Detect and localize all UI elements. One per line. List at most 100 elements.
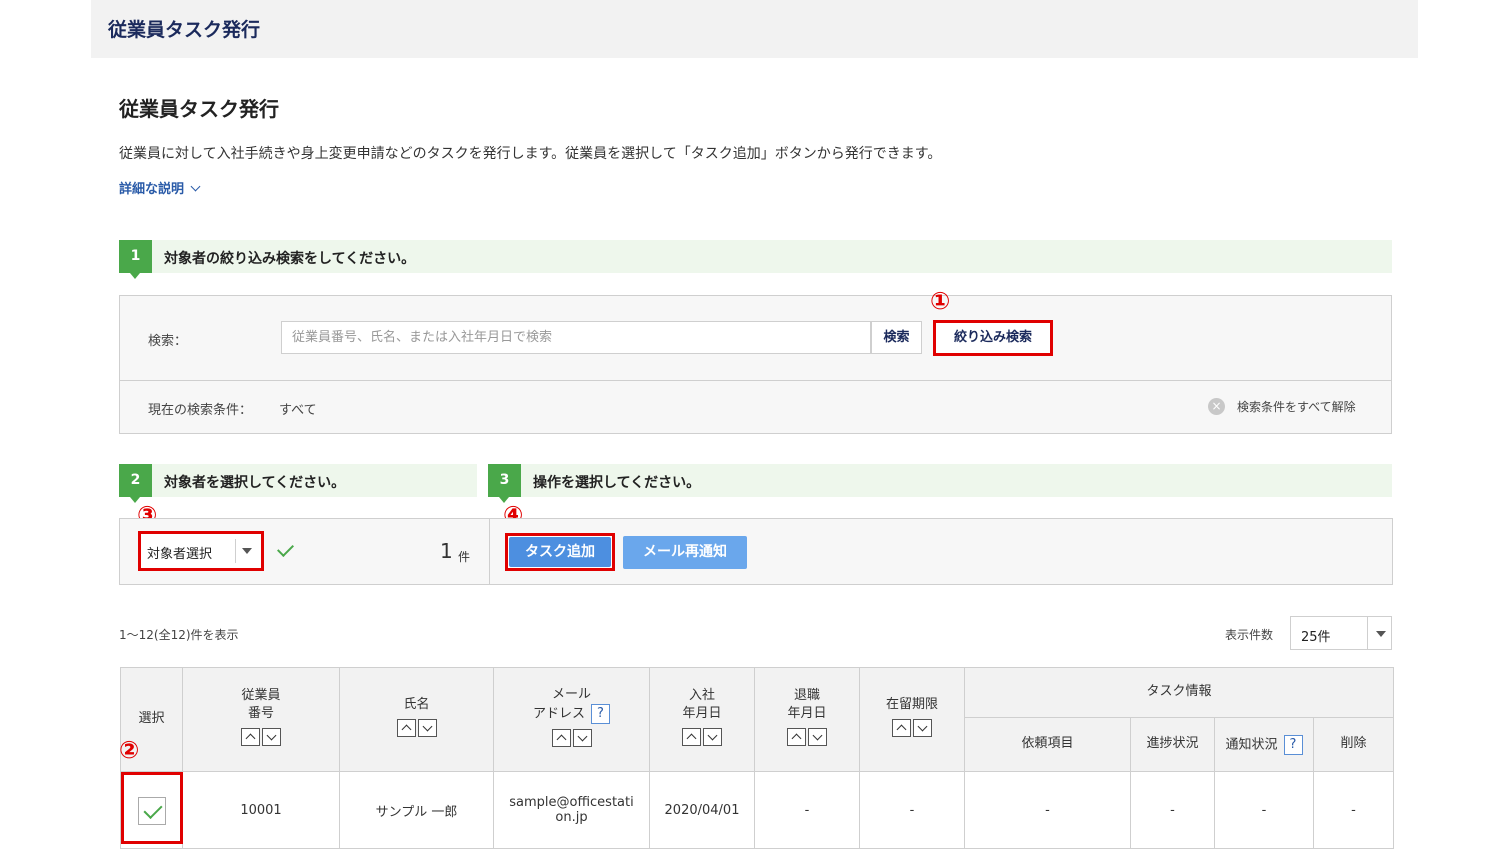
search-condition-label: 現在の検索条件： bbox=[148, 403, 253, 418]
header-email-line2-wrap: アドレス? bbox=[494, 704, 649, 724]
dropdown-separator bbox=[235, 539, 236, 563]
header-request-item: 依頼項目 bbox=[964, 717, 1131, 772]
sort-asc-icon[interactable] bbox=[241, 728, 260, 747]
search-input[interactable]: 従業員番号、氏名、または入社年月日で検索 bbox=[281, 321, 871, 354]
header-retire-line1: 退職 bbox=[793, 687, 820, 703]
search-button[interactable]: 検索 bbox=[871, 321, 922, 354]
header-emp-no: 従業員 番号 bbox=[182, 667, 340, 772]
header-select-label: 選択 bbox=[138, 711, 165, 727]
caret-down-icon bbox=[1376, 631, 1386, 637]
join-sort bbox=[682, 728, 722, 747]
header-request-item-label: 依頼項目 bbox=[1021, 736, 1074, 752]
header-progress-label: 進捗状況 bbox=[1146, 736, 1199, 752]
add-task-button-frame: タスク追加 bbox=[505, 533, 615, 571]
header-delete: 削除 bbox=[1312, 717, 1395, 772]
per-page-label: 表示件数 bbox=[1225, 628, 1274, 642]
header-retire-date: 退職 年月日 bbox=[754, 667, 860, 772]
step-3-text: 操作を選択してください。 bbox=[533, 475, 701, 491]
header-task-info: タスク情報 bbox=[963, 667, 1395, 718]
step-3-bar: 3 操作を選択してください。 bbox=[488, 464, 1392, 503]
header-delete-label: 削除 bbox=[1340, 736, 1367, 752]
table-row: 10001 サンプル 一郎 sample@officestati on.jp 2… bbox=[120, 771, 1395, 849]
step-2-bar: 2 対象者を選択してください。 bbox=[119, 464, 477, 503]
email-sort bbox=[551, 729, 592, 747]
cell-progress: - bbox=[1130, 771, 1215, 849]
per-page-select[interactable]: 25件 bbox=[1290, 616, 1392, 650]
header-retire-line2: 年月日 bbox=[787, 705, 827, 721]
step-3-number: 3 bbox=[488, 464, 521, 503]
sort-desc-icon[interactable] bbox=[262, 728, 281, 747]
cell-email: sample@officestati on.jp bbox=[493, 771, 650, 849]
clear-circle-icon[interactable]: × bbox=[1208, 398, 1225, 415]
header-name-label: 氏名 bbox=[403, 696, 430, 712]
selected-count-unit: 件 bbox=[458, 550, 471, 564]
sort-asc-icon[interactable] bbox=[396, 719, 416, 737]
help-icon[interactable]: ? bbox=[591, 704, 610, 724]
operations-divider bbox=[489, 519, 490, 584]
annotation-2: ② bbox=[119, 736, 140, 764]
residence-sort bbox=[892, 719, 932, 737]
add-task-button[interactable]: タスク追加 bbox=[509, 537, 611, 567]
step-1-bar: 1 対象者の絞り込み検索をしてください。 bbox=[119, 240, 1392, 279]
sort-desc-icon[interactable] bbox=[572, 729, 592, 747]
cell-email-line2: on.jp bbox=[555, 810, 588, 825]
header-notify: 通知状況? bbox=[1214, 717, 1314, 772]
header-email-line2: アドレス bbox=[532, 706, 585, 722]
sort-desc-icon[interactable] bbox=[808, 728, 827, 747]
row-select-cell bbox=[120, 771, 183, 849]
selected-count: 1 bbox=[440, 539, 453, 563]
header-name: 氏名 bbox=[339, 667, 494, 772]
page-description: 従業員に対して入社手続きや身上変更申請などのタスクを発行します。従業員を選択して… bbox=[119, 146, 942, 162]
sort-asc-icon[interactable] bbox=[682, 728, 701, 747]
header-emp-no-line2: 番号 bbox=[247, 705, 274, 721]
header-email-line1: メール bbox=[551, 686, 591, 702]
name-sort bbox=[396, 719, 437, 737]
page-title: 従業員タスク発行 bbox=[119, 97, 279, 121]
chevron-down-icon bbox=[190, 181, 201, 192]
emp-no-sort bbox=[241, 728, 281, 747]
cell-email-line1: sample@officestati bbox=[509, 795, 634, 810]
header-title: 従業員タスク発行 bbox=[108, 19, 261, 41]
cell-join-date: 2020/04/01 bbox=[649, 771, 755, 849]
check-icon bbox=[277, 540, 294, 557]
target-select-label: 対象者選択 bbox=[147, 547, 213, 562]
search-condition-value: すべて bbox=[279, 403, 317, 418]
employee-table: 選択 従業員 番号 氏名 メール アドレス? 入社 年月日 退職 年月日 在留期… bbox=[120, 667, 1395, 849]
header-email: メール アドレス? bbox=[493, 667, 650, 772]
per-page-value: 25件 bbox=[1301, 630, 1331, 645]
step-1-text: 対象者の絞り込み検索をしてください。 bbox=[164, 251, 416, 267]
sort-desc-icon[interactable] bbox=[913, 719, 932, 737]
cell-delete: - bbox=[1312, 771, 1395, 849]
detail-link[interactable]: 詳細な説明 bbox=[119, 178, 201, 197]
detail-link-label: 詳細な説明 bbox=[119, 182, 185, 197]
sort-asc-icon[interactable] bbox=[551, 729, 571, 747]
header-join-line1: 入社 bbox=[688, 687, 715, 703]
cell-emp-no: 10001 bbox=[182, 771, 340, 849]
row-select-frame bbox=[121, 772, 183, 844]
cell-residence: - bbox=[859, 771, 965, 849]
top-header: 従業員タスク発行 bbox=[91, 0, 1418, 58]
header-notify-label: 通知状況 bbox=[1225, 737, 1278, 752]
per-page-separator bbox=[1367, 617, 1368, 649]
help-icon[interactable]: ? bbox=[1283, 734, 1303, 755]
sort-asc-icon[interactable] bbox=[787, 728, 806, 747]
cell-retire-date: - bbox=[754, 771, 860, 849]
header-task-info-label: タスク情報 bbox=[1146, 684, 1212, 700]
cell-request-item: - bbox=[964, 771, 1131, 849]
target-select-dropdown[interactable]: 対象者選択 bbox=[138, 531, 264, 571]
sort-desc-icon[interactable] bbox=[417, 719, 437, 737]
filter-search-button[interactable]: 絞り込み検索 bbox=[933, 320, 1053, 356]
step-1-number: 1 bbox=[119, 240, 152, 279]
search-label: 検索： bbox=[148, 334, 188, 349]
header-join-date: 入社 年月日 bbox=[649, 667, 755, 772]
mail-resend-button[interactable]: メール再通知 bbox=[623, 536, 747, 569]
clear-conditions-link[interactable]: 検索条件をすべて解除 bbox=[1237, 398, 1356, 415]
row-checkbox[interactable] bbox=[138, 797, 166, 825]
result-range-text: 1〜12(全12)件を表示 bbox=[119, 628, 239, 642]
retire-sort bbox=[787, 728, 827, 747]
header-residence-label: 在留期限 bbox=[885, 696, 938, 712]
step-2-number: 2 bbox=[119, 464, 152, 503]
sort-desc-icon[interactable] bbox=[703, 728, 722, 747]
search-divider bbox=[120, 380, 1391, 381]
sort-asc-icon[interactable] bbox=[892, 719, 911, 737]
